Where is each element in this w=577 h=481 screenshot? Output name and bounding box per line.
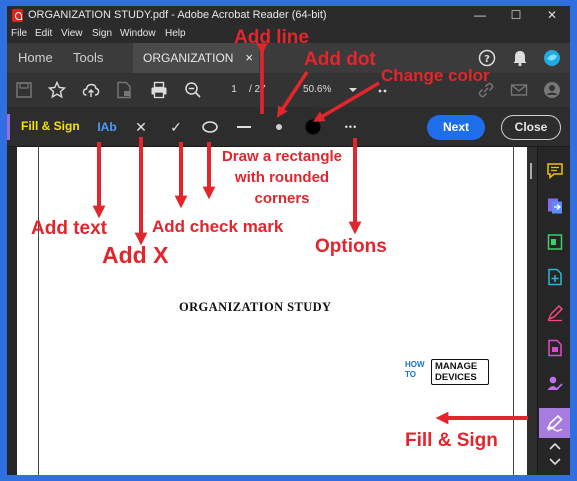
annotation-add-check: Add check mark [152,217,284,236]
tab-tools[interactable]: Tools [73,43,103,73]
color-picker-icon[interactable] [302,117,324,137]
zoom-out-icon[interactable] [184,81,202,99]
fill-sign-sidebar-button[interactable] [539,408,570,438]
menu-edit[interactable]: Edit [35,28,52,39]
annotation-options: Options [315,236,387,257]
rounded-rectangle-tool-icon[interactable] [199,117,221,137]
logo-box-line1: MANAGE [435,361,478,372]
current-page-field[interactable]: 1 [225,81,243,99]
cloud-upload-icon[interactable] [82,81,100,99]
menu-sign[interactable]: Sign [92,28,112,39]
document-title: ORGANIZATION STUDY [179,300,332,314]
annotation-fill-sign: Fill & Sign [405,430,498,451]
svg-text:?: ? [484,54,490,65]
add-text-tool[interactable]: IAb [96,117,118,137]
menu-view[interactable]: View [61,28,83,39]
logo-box-line2: DEVICES [435,372,477,383]
logo-box: MANAGE DEVICES [431,359,489,385]
line-tool-icon[interactable] [233,117,255,137]
chevron-up-icon[interactable] [546,440,564,452]
annotation-draw-rect-line2: with rounded [234,169,330,186]
add-check-tool[interactable]: ✓ [165,117,187,137]
organize-pages-icon[interactable] [546,339,564,357]
annotation-change-color: Change color [381,66,490,85]
annotation-add-dot: Add dot [304,49,376,70]
title-bar: ORGANIZATION STUDY.pdf - Adobe Acrobat R… [7,6,570,25]
tab-home[interactable]: Home [18,43,53,73]
vertical-scrollbar[interactable] [527,147,537,475]
close-button[interactable]: Close [501,115,561,140]
export-pdf-icon[interactable] [546,197,564,215]
file-lock-icon[interactable] [115,81,133,99]
page-border-right [513,147,514,475]
print-icon[interactable] [150,81,168,99]
howto-manage-devices-logo: HOW TO MANAGE DEVICES [405,359,489,385]
annotation-add-x: Add X [102,242,169,268]
acrobat-app-icon [12,9,23,22]
bookmark-star-icon[interactable] [48,81,66,99]
annotation-add-text: Add text [31,218,107,239]
annotation-draw-rectangle: Draw a rectangle with rounded corners [212,146,352,209]
page-total-label: / 27 [249,84,266,95]
sign-pen-icon[interactable] [546,304,564,322]
menu-help[interactable]: Help [165,28,186,39]
dot-tool-icon[interactable] [268,117,290,137]
help-icon[interactable]: ? [478,49,496,67]
annotation-draw-rect-line3: corners [254,190,310,207]
fill-sign-pen-icon [546,414,563,432]
edit-pdf-icon[interactable] [546,233,564,251]
zoom-level-select[interactable]: 50.6% [303,81,331,99]
minimize-button[interactable]: — [462,6,498,25]
annotation-draw-rect-line1: Draw a rectangle [221,148,343,165]
profile-avatar-icon[interactable] [543,49,561,67]
comment-icon[interactable] [546,162,564,180]
notifications-bell-icon[interactable] [511,49,529,67]
logo-how: HOW TO [405,360,425,380]
chevron-down-icon[interactable] [344,81,362,99]
save-icon[interactable] [15,81,33,99]
logo-how-line2: TO [405,370,416,379]
fill-sign-toolbar: Fill & Sign IAb ✕ ✓ ••• Next Close [7,107,570,147]
share-user-icon[interactable] [543,81,561,99]
mail-icon[interactable] [510,81,528,99]
fill-sign-label: Fill & Sign [19,119,82,136]
maximize-button[interactable]: ☐ [498,6,534,25]
toolbar-accent [7,114,10,140]
menu-window[interactable]: Window [120,28,156,39]
options-tool[interactable]: ••• [340,117,362,137]
right-tools-sidebar [537,147,570,475]
annotation-add-line: Add line [234,27,309,48]
create-pdf-icon[interactable] [546,268,564,286]
screenshot-frame: ORGANIZATION STUDY.pdf - Adobe Acrobat R… [0,0,577,481]
request-signature-icon[interactable] [546,375,564,393]
next-button[interactable]: Next [427,115,485,140]
add-x-tool[interactable]: ✕ [130,117,152,137]
scrollbar-thumb[interactable] [530,163,532,179]
chevron-down-icon[interactable] [546,456,564,468]
logo-how-line1: HOW [405,360,425,369]
close-window-button[interactable]: ✕ [534,6,570,25]
window-title: ORGANIZATION STUDY.pdf - Adobe Acrobat R… [28,9,327,21]
left-panel-collapsed[interactable] [7,147,17,475]
menu-file[interactable]: File [11,28,27,39]
page-border-left [38,147,39,475]
